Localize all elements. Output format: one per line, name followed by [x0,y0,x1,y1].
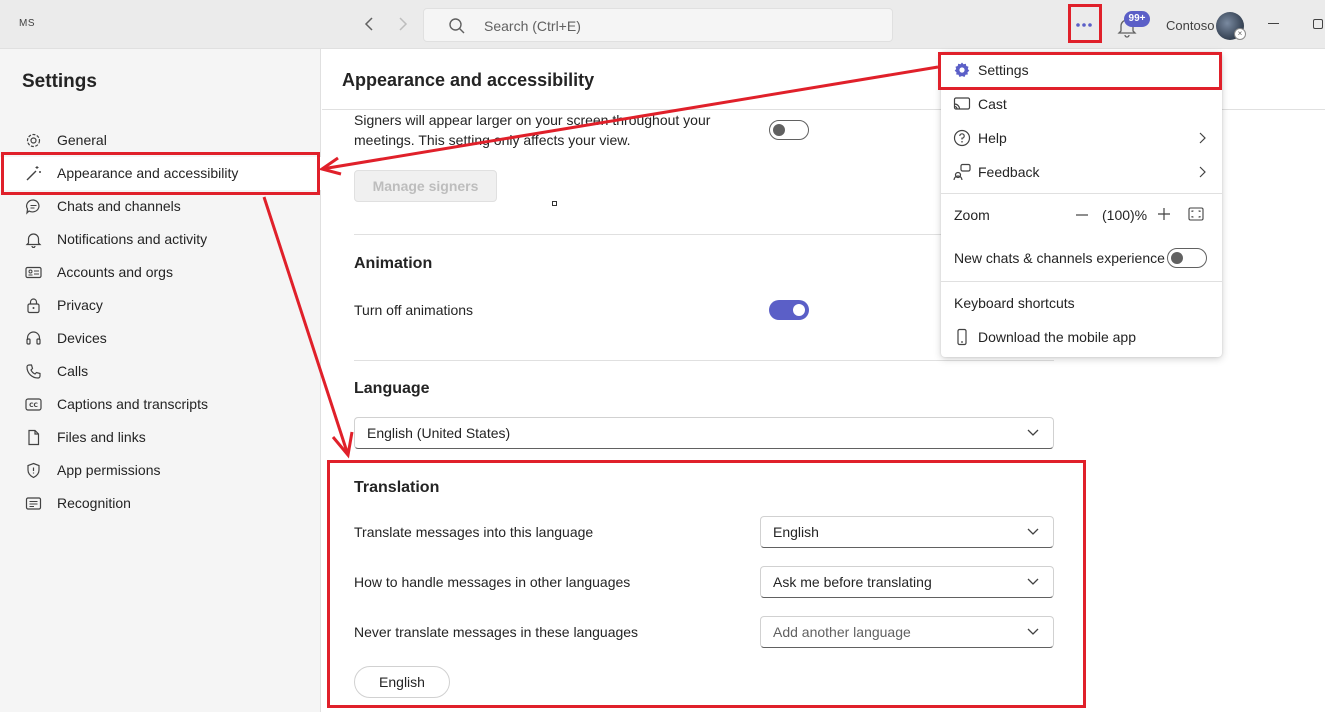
chevron-down-icon [1027,429,1039,436]
chat-icon [26,199,40,215]
search-placeholder: Search (Ctrl+E) [484,18,581,34]
cc-icon: CC [25,398,42,411]
sidebar-item-label: Recognition [57,495,131,511]
minimize-icon[interactable] [1268,23,1279,24]
menu-item-label: Download the mobile app [978,329,1136,345]
zoom-in-icon[interactable] [1156,206,1172,222]
annotation-box-translation [327,460,1086,708]
menu-item-download-mobile[interactable]: Download the mobile app [941,320,1222,354]
sidebar-item-label: Privacy [57,297,103,313]
zoom-out-icon[interactable] [1074,207,1090,223]
shield-icon [27,462,40,479]
menu-item-label: Cast [978,96,1007,112]
cast-icon [953,97,971,110]
menu-item-keyboard-shortcuts[interactable]: Keyboard shortcuts [954,295,1075,311]
fullscreen-icon[interactable] [1188,207,1204,221]
toggle-knob [793,304,805,316]
zoom-label: Zoom [954,207,990,223]
gear-icon [26,133,41,148]
forward-button[interactable] [391,12,415,36]
animation-heading: Animation [354,255,433,272]
sidebar-item-label: Calls [57,363,89,379]
presence-status-icon: × [1234,28,1246,40]
phone-icon [26,364,41,379]
search-input[interactable]: Search (Ctrl+E) [423,8,893,42]
sidebar-title: Settings [22,71,97,92]
menu-divider [941,281,1222,282]
mobile-phone-icon [957,328,967,346]
sidebar-item-files[interactable]: Files and links [0,421,321,454]
signers-toggle[interactable] [769,120,809,140]
animations-toggle[interactable] [769,300,809,320]
sidebar-item-devices[interactable]: Devices [0,322,321,355]
feedback-icon [953,163,971,181]
recognition-icon [25,497,42,510]
sidebar-item-label: Devices [57,330,107,346]
page-title: Appearance and accessibility [342,70,595,90]
notification-badge: 99+ [1124,11,1150,27]
sidebar-item-app-permissions[interactable]: App permissions [0,454,321,487]
sidebar-item-label: General [57,132,107,148]
headset-icon [26,331,41,345]
menu-item-cast[interactable]: Cast [941,87,1222,121]
sidebar-item-label: Notifications and activity [57,231,208,247]
cursor-marker [552,201,557,206]
title-bar: MS Search (Ctrl+E) 99+ Contoso × [0,0,1325,49]
id-card-icon [25,266,42,279]
toggle-knob [1171,252,1183,264]
app-logo: MS [19,18,35,29]
help-icon [953,129,971,147]
sidebar-item-notifications[interactable]: Notifications and activity [0,223,321,256]
manage-signers-button[interactable]: Manage signers [354,170,497,202]
annotation-box-more-button [1068,4,1102,43]
search-icon [449,18,465,34]
chevron-right-icon [1199,132,1206,144]
sidebar-item-label: Chats and channels [57,198,181,214]
annotation-box-settings [938,52,1222,90]
language-dropdown[interactable]: English (United States) [354,417,1054,449]
language-heading: Language [354,380,430,397]
menu-item-help[interactable]: Help [941,121,1222,155]
back-button[interactable] [357,12,381,36]
sidebar-item-calls[interactable]: Calls [0,355,321,388]
svg-text:CC: CC [29,402,38,409]
toggle-knob [773,124,785,136]
file-icon [28,429,40,446]
sidebar-item-label: Captions and transcripts [57,396,208,412]
more-options-menu: Settings Cast Help Feedback Zoom (100)% … [941,52,1222,357]
turn-off-animations-label: Turn off animations [354,302,474,318]
sidebar-item-label: Files and links [57,429,146,445]
chevron-left-icon [364,17,373,31]
menu-item-label: Feedback [978,164,1040,180]
chevron-right-icon [399,17,408,31]
settings-sidebar: Settings General Appearance and accessib… [0,49,321,712]
menu-divider [941,193,1222,194]
sidebar-item-captions[interactable]: CC Captions and transcripts [0,388,321,421]
lock-icon [27,298,40,314]
chevron-right-icon [1199,166,1206,178]
org-name[interactable]: Contoso [1166,18,1214,33]
sidebar-item-label: App permissions [57,462,161,478]
sidebar-item-privacy[interactable]: Privacy [0,289,321,322]
menu-item-feedback[interactable]: Feedback [941,155,1222,189]
sidebar-item-label: Accounts and orgs [57,264,173,280]
language-value: English (United States) [367,425,511,441]
new-experience-toggle[interactable] [1167,248,1207,268]
zoom-value: (100)% [1102,207,1148,223]
sidebar-item-accounts[interactable]: Accounts and orgs [0,256,321,289]
annotation-box-appearance [1,152,320,195]
bell-icon [25,233,42,248]
signers-description: Signers will appear larger on your scree… [354,112,711,148]
new-experience-label: New chats & channels experience [954,250,1165,266]
section-divider [354,360,1054,361]
maximize-icon[interactable] [1313,19,1323,29]
menu-item-label: Help [978,130,1007,146]
sidebar-item-recognition[interactable]: Recognition [0,487,321,520]
